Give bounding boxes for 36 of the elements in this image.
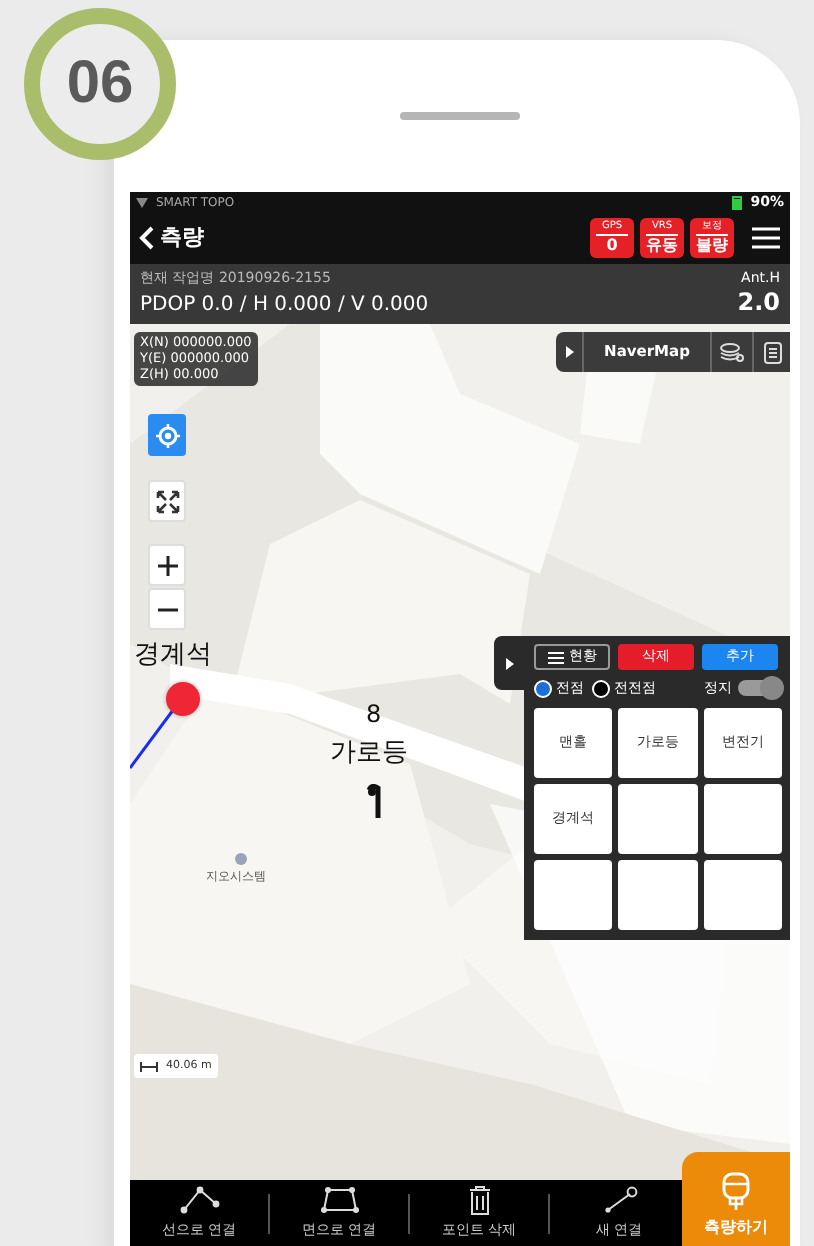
list-icon[interactable]	[763, 341, 781, 363]
poi-icon	[234, 852, 248, 866]
plus-icon	[157, 555, 177, 575]
polyline-icon	[179, 1183, 219, 1215]
antenna-height: 2.0	[737, 289, 780, 313]
step-number: 06	[24, 8, 176, 160]
layers-icon[interactable]	[720, 342, 744, 362]
back-icon[interactable]	[138, 226, 154, 250]
locate-button[interactable]	[148, 414, 186, 456]
fullscreen-button[interactable]	[148, 480, 186, 522]
menu-icon[interactable]	[750, 226, 782, 250]
gnss-receiver-icon	[720, 1172, 752, 1212]
signal-icon	[136, 197, 148, 207]
zoom-out-button[interactable]	[148, 588, 186, 630]
point-type-button[interactable]	[703, 783, 782, 853]
panel-tab[interactable]	[494, 636, 524, 690]
connector-icon	[599, 1183, 639, 1215]
expand-icon	[155, 489, 179, 513]
battery-icon	[732, 195, 743, 209]
scale-icon	[140, 1061, 158, 1072]
marker-label: 가로등	[330, 736, 408, 772]
expand-arrow-icon[interactable]	[565, 346, 573, 358]
marker-label: 경계석	[134, 638, 212, 674]
precision-readout: PDOP 0.0 / H 0.000 / V 0.000	[140, 291, 429, 319]
point-type-button[interactable]	[534, 859, 613, 929]
speaker-slot	[400, 112, 520, 120]
zoom-in-button[interactable]	[148, 544, 186, 586]
polygon-icon	[319, 1183, 359, 1215]
crosshair-icon	[155, 423, 179, 447]
screen-title: 측량	[160, 221, 204, 254]
lamp-icon	[366, 784, 382, 820]
collapse-arrow-icon	[505, 657, 513, 669]
marker-number: 8	[366, 698, 382, 732]
toggle-switch[interactable]	[738, 680, 782, 697]
list-icon	[547, 651, 563, 663]
point-type-button[interactable]	[703, 859, 782, 929]
